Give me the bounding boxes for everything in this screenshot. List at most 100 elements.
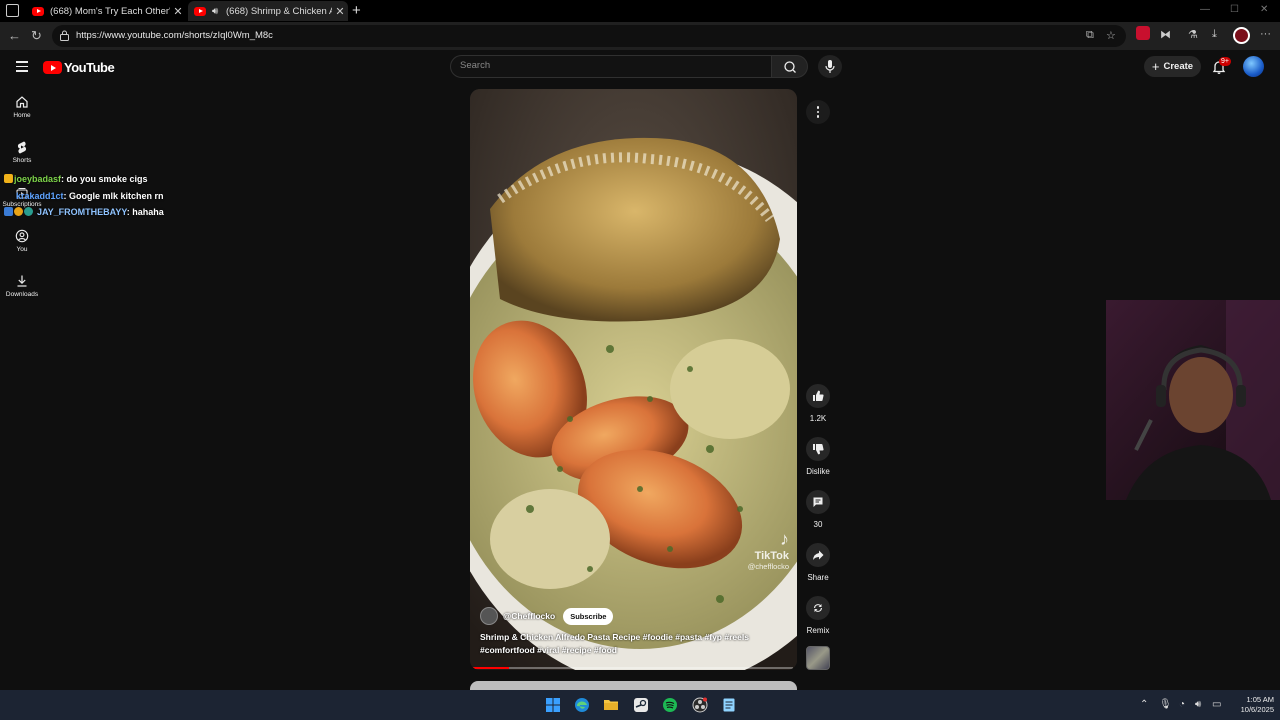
sidebar-item-label: Downloads: [5, 291, 39, 298]
chat-text: hahaha: [132, 207, 164, 217]
tiktok-logo-icon: ♪: [780, 529, 789, 549]
clock-date: 10/6/2025: [1240, 705, 1274, 714]
channel-name[interactable]: @Chefflocko: [503, 611, 555, 621]
sidebar-item-shorts[interactable]: Shorts: [2, 140, 42, 164]
back-icon[interactable]: ←: [8, 28, 21, 43]
comments-button[interactable]: 30: [800, 490, 836, 529]
obs-studio-icon[interactable]: [692, 697, 708, 713]
tray-overflow-chevron-icon[interactable]: ⌃: [1140, 699, 1148, 710]
reader-mode-icon[interactable]: ⧉: [1086, 29, 1094, 42]
notepad-icon[interactable]: [721, 697, 737, 713]
like-button[interactable]: 1.2K: [800, 384, 836, 423]
video-frame-food: [470, 89, 797, 670]
tab-actions-icon[interactable]: [6, 4, 19, 17]
edge-browser-icon[interactable]: [574, 697, 590, 713]
favorite-star-icon[interactable]: ☆: [1106, 29, 1116, 42]
sidebar-item-downloads[interactable]: Downloads: [2, 274, 42, 298]
coin-badge-icon: [14, 207, 23, 216]
browser-tab-2[interactable]: 🔊︎ (668) Shrimp & Chicken Alfre ✕: [188, 1, 348, 21]
browser-profile-avatar[interactable]: [1233, 27, 1250, 44]
collections-icon[interactable]: ⚗: [1188, 28, 1198, 41]
extensions-puzzle-icon[interactable]: ⧓: [1160, 28, 1171, 41]
url-text: https://www.youtube.com/shorts/zIql0Wm_M…: [76, 30, 273, 41]
sidebar-item-home[interactable]: Home: [2, 95, 42, 119]
volume-icon[interactable]: 🔊︎: [1195, 699, 1201, 710]
youtube-logo[interactable]: YouTube: [43, 60, 115, 75]
watermark-handle: @chefflocko: [747, 562, 789, 571]
create-button[interactable]: + Create: [1144, 56, 1201, 77]
minimize-button[interactable]: —: [1200, 4, 1210, 15]
sidebar-item-you[interactable]: You: [2, 229, 42, 253]
reload-icon[interactable]: ↻: [31, 28, 42, 44]
youtube-wordmark: YouTube: [64, 60, 115, 75]
you-icon: [15, 229, 29, 243]
dislike-button[interactable]: Dislike: [800, 437, 836, 476]
shorts-icon: [17, 141, 27, 154]
chat-message: krakadd1ct: Google mlk kitchen rn: [16, 191, 164, 201]
plus-icon: +: [1151, 59, 1160, 74]
speaker-icon[interactable]: 🔊︎: [212, 6, 226, 17]
globe-badge-icon: [24, 207, 33, 216]
comment-icon: [813, 497, 823, 507]
clock-time: 1:05 AM: [1246, 695, 1274, 704]
subscribe-button[interactable]: Subscribe: [563, 607, 614, 625]
microphone-icon: [825, 60, 835, 73]
notification-count-badge: 9+: [1219, 57, 1231, 66]
webcam-overlay: [1106, 300, 1280, 500]
close-window-button[interactable]: ✕: [1260, 4, 1268, 15]
file-explorer-icon[interactable]: [603, 697, 619, 713]
watermark-brand: TikTok: [754, 550, 789, 562]
battery-icon[interactable]: ▭: [1212, 699, 1221, 710]
address-bar[interactable]: https://www.youtube.com/shorts/zIql0Wm_M…: [52, 25, 1126, 47]
spotify-icon[interactable]: [662, 697, 678, 713]
wifi-icon[interactable]: ◔: [1179, 699, 1185, 710]
chat-text: Google mlk kitchen rn: [69, 191, 164, 201]
chat-message: joeybadasf: do you smoke cigs: [4, 174, 148, 184]
windows-start-icon[interactable]: [545, 697, 561, 713]
new-tab-button[interactable]: +: [352, 2, 361, 19]
account-avatar[interactable]: [1243, 56, 1264, 77]
search-field[interactable]: [450, 55, 772, 78]
sound-thumbnail[interactable]: [806, 646, 830, 670]
steam-icon[interactable]: [633, 697, 649, 713]
browser-toolbar: ← ↻ https://www.youtube.com/shorts/zIql0…: [0, 22, 1280, 50]
windows-taskbar: ⌃ 🎙︎ ◔ 🔊︎ ▭ 1:05 AM 10/6/2025: [0, 690, 1280, 720]
maximize-button[interactable]: ☐: [1230, 4, 1239, 15]
remix-icon: [814, 604, 822, 612]
channel-avatar[interactable]: [480, 607, 498, 625]
voice-search-button[interactable]: [818, 55, 842, 78]
browser-menu-icon[interactable]: ···: [1260, 28, 1271, 40]
user-badge-icon: [4, 207, 13, 216]
video-progress-bar[interactable]: [470, 667, 793, 669]
menu-icon[interactable]: [16, 61, 28, 75]
chat-message: JAY_FROMTHEBAYY: hahaha: [4, 207, 164, 217]
short-video-player[interactable]: ♪ TikTok @chefflocko @Chefflocko Subscri…: [470, 89, 797, 670]
like-count: 1.2K: [809, 414, 827, 423]
downloads-icon[interactable]: ⤓: [1212, 28, 1217, 41]
tab-close-icon[interactable]: ✕: [170, 5, 186, 18]
browser-tab-strip: (668) Mom's Try Each Other's Sou ✕ 🔊︎ (6…: [0, 0, 1280, 22]
streamer-camera-feed: [1106, 300, 1280, 500]
search-input[interactable]: [460, 60, 760, 71]
microphone-tray-icon[interactable]: 🎙︎: [1159, 699, 1172, 710]
lock-icon: [60, 30, 69, 41]
remix-button[interactable]: Remix: [800, 596, 836, 635]
tab-title: (668) Shrimp & Chicken Alfre: [226, 5, 332, 17]
comment-count: 30: [813, 520, 823, 529]
sidebar-item-label: You: [16, 246, 28, 253]
more-options-button[interactable]: [806, 100, 830, 124]
video-progress-fill: [470, 667, 509, 669]
search-icon: [784, 61, 796, 73]
dislike-label: Dislike: [806, 467, 830, 476]
share-button[interactable]: Share: [800, 543, 836, 582]
search-button[interactable]: [771, 55, 808, 78]
crown-badge-icon: [4, 174, 13, 183]
system-clock[interactable]: 1:05 AM 10/6/2025: [1222, 695, 1274, 715]
extension-icon[interactable]: [1136, 26, 1150, 40]
tab-close-icon[interactable]: ✕: [332, 5, 348, 18]
download-icon: [17, 275, 27, 287]
chat-username: krakadd1ct: [16, 191, 64, 201]
tab-title: (668) Mom's Try Each Other's Sou: [50, 5, 170, 17]
browser-tab-1[interactable]: (668) Mom's Try Each Other's Sou ✕: [26, 1, 186, 21]
home-icon: [16, 96, 28, 108]
